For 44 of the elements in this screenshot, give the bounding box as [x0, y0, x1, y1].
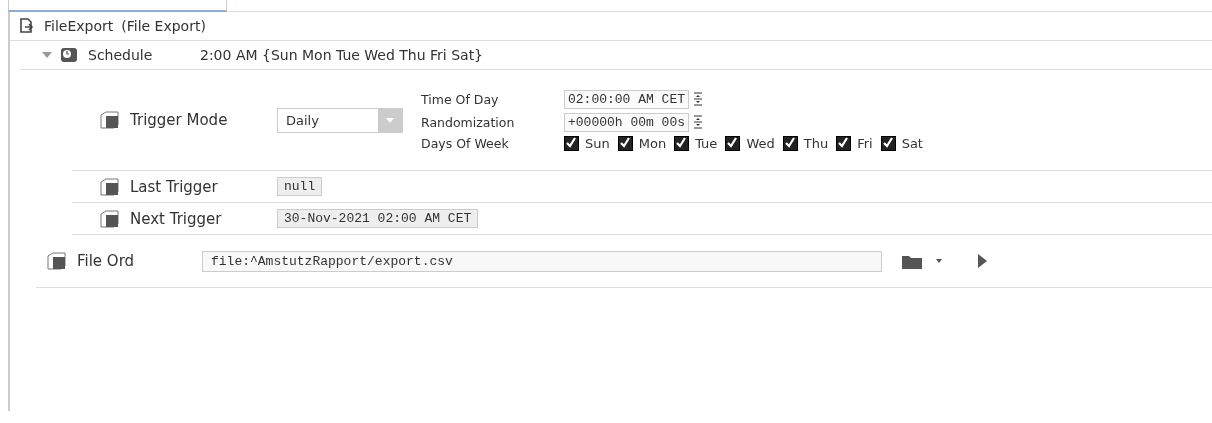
file-ord-label: File Ord	[77, 252, 136, 270]
cube-icon	[100, 111, 120, 129]
day-label: Thu	[803, 135, 829, 151]
last-trigger-label: Last Trigger	[130, 177, 219, 196]
day-checkbox[interactable]	[782, 135, 798, 151]
day-label: Sat	[901, 135, 923, 151]
clock-icon	[60, 47, 78, 63]
days-of-week-label: Days Of Week	[421, 135, 510, 151]
time-of-day-field[interactable]: 02:00:00 AM CET	[564, 89, 690, 109]
component-title: FileExport	[44, 18, 114, 34]
dropdown-caret-icon	[386, 117, 394, 123]
dropdown-caret-icon[interactable]	[936, 259, 942, 263]
file-ord-field[interactable]: file:^AmstutzRapport/export.csv	[202, 250, 882, 272]
schedule-value: 2:00 AM {Sun Mon Tue Wed Thu Fri Sat}	[200, 47, 484, 63]
day-label: Mon	[638, 135, 667, 151]
randomization-label: Randomization	[421, 114, 516, 130]
day-checkbox[interactable]	[564, 135, 579, 151]
spinner-icon[interactable]	[693, 92, 704, 106]
randomization-field[interactable]: +00000h 00m 00s	[564, 112, 690, 132]
day-checkbox[interactable]	[674, 135, 690, 151]
day-checkbox[interactable]	[836, 135, 852, 151]
trigger-mode-dropdown[interactable]: Daily	[277, 107, 403, 133]
play-icon[interactable]	[978, 254, 987, 268]
day-checkbox[interactable]	[725, 135, 741, 151]
last-trigger-field: null	[277, 177, 323, 196]
trigger-mode-label: Trigger Mode	[130, 111, 229, 129]
component-type: (File Export)	[121, 18, 206, 34]
next-trigger-field: 30-Nov-2021 02:00 AM CET	[277, 209, 479, 228]
day-label: Wed	[746, 135, 775, 151]
day-label: Fri	[857, 135, 873, 151]
spinner-icon[interactable]	[693, 115, 704, 129]
day-checkbox[interactable]	[880, 135, 896, 151]
cube-icon	[100, 209, 120, 228]
expand-triangle-icon[interactable]	[42, 51, 52, 59]
day-checkbox[interactable]	[617, 135, 633, 151]
folder-icon[interactable]	[902, 253, 922, 269]
schedule-label: Schedule	[88, 47, 154, 63]
day-label: Sun	[585, 135, 610, 151]
day-label: Tue	[695, 135, 718, 151]
time-of-day-label: Time Of Day	[421, 91, 500, 107]
cube-icon	[47, 252, 67, 270]
document-export-icon	[18, 18, 34, 34]
next-trigger-label: Next Trigger	[130, 209, 223, 228]
cube-icon	[100, 177, 120, 196]
